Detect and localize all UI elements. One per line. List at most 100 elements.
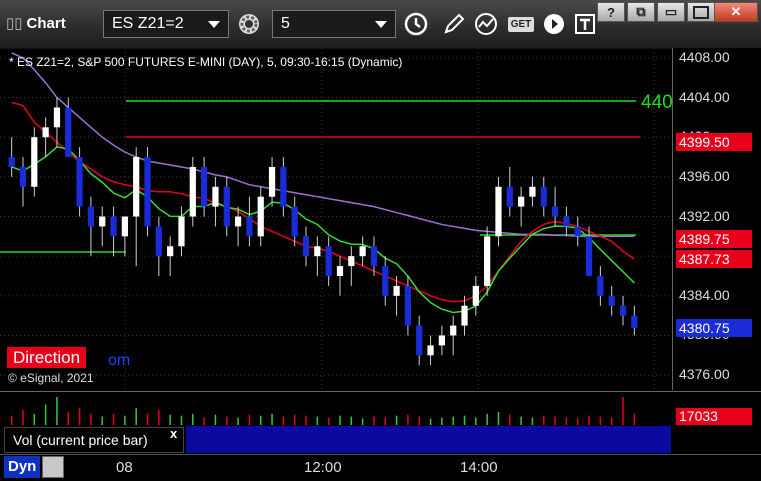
volume-plot — [10, 397, 636, 425]
symbol-input[interactable]: ES Z21=2 — [103, 10, 229, 38]
price-tick-label: 4396.00 — [679, 167, 730, 184]
price-plot[interactable] — [0, 48, 672, 390]
candle-body — [19, 166, 27, 187]
time-label: 14:00 — [460, 459, 498, 476]
price-axis[interactable]: 4408.004404.0044004396.004392.0043884384… — [672, 48, 761, 390]
chevron-down-icon[interactable] — [375, 21, 387, 28]
candle-body — [325, 246, 332, 276]
candle-body — [461, 305, 468, 326]
minimize-button[interactable]: ▭ — [657, 2, 685, 22]
volume-bar — [350, 416, 353, 425]
candle-body — [631, 315, 638, 329]
time-axis[interactable] — [0, 454, 761, 481]
volume-bar — [429, 418, 432, 425]
candle-body — [336, 266, 344, 276]
volume-bar — [588, 415, 590, 425]
candle-body — [619, 305, 627, 316]
candle-body — [268, 166, 276, 197]
chart-title-label: ▯▯ Chart — [6, 14, 66, 32]
volume-bar — [316, 416, 319, 425]
price-tick-label: 4392.00 — [679, 207, 730, 224]
candle-body — [155, 226, 162, 257]
volume-bar — [101, 416, 103, 425]
price-tick-label: 4404.00 — [679, 88, 730, 105]
volume-pane[interactable] — [0, 391, 761, 426]
get-data-icon[interactable]: GET — [507, 11, 535, 37]
get-label: GET — [507, 16, 535, 32]
candle-body — [574, 226, 581, 237]
close-button[interactable]: ✕ — [714, 2, 758, 22]
maximize-icon — [693, 5, 709, 19]
help-button[interactable]: ? — [597, 2, 625, 22]
vwap-line — [11, 52, 635, 238]
pencil-draw-icon[interactable] — [441, 11, 467, 37]
volume-bar — [543, 415, 545, 425]
candle-body — [597, 276, 604, 296]
volume-bar — [384, 417, 387, 425]
minimize-symbol: ▭ — [664, 4, 678, 19]
settings-gear-icon[interactable] — [236, 11, 262, 37]
candle-body — [121, 216, 128, 237]
candle-body — [427, 345, 434, 356]
volume-bar — [271, 413, 273, 425]
price-tag: 4399.50 — [676, 133, 752, 152]
candle-body — [348, 256, 355, 267]
candle-body — [167, 246, 174, 257]
candle-body — [99, 216, 106, 227]
volume-bar — [22, 410, 24, 425]
line-chart-icon[interactable] — [474, 11, 500, 37]
volume-bar — [463, 415, 466, 425]
clock-icon[interactable] — [403, 11, 429, 37]
candle-body — [87, 206, 95, 227]
candle-body — [484, 236, 491, 286]
direction-suffix: om — [108, 352, 131, 369]
text-tool-icon[interactable] — [572, 11, 598, 37]
volume-bar — [576, 418, 579, 425]
fast-average-line — [11, 146, 635, 314]
volume-close-icon[interactable]: x — [170, 426, 177, 441]
candle-body — [450, 325, 457, 336]
candle-body — [8, 157, 15, 167]
restore-button[interactable]: ⧉ — [627, 2, 655, 22]
help-symbol: ? — [607, 4, 615, 20]
volume-bar — [497, 411, 500, 425]
candle-body — [201, 166, 208, 207]
dynamic-mode-button[interactable]: Dyn — [4, 456, 41, 478]
candle-body — [234, 216, 242, 227]
chevron-down-icon[interactable] — [208, 21, 220, 28]
formula-icon[interactable] — [42, 456, 64, 478]
volume-bar — [633, 413, 636, 425]
toolbar: ▯▯ Chart ES Z21=2 5 GET ? ⧉ ▭ ✕ — [0, 0, 761, 49]
direction-badge[interactable]: Direction — [7, 347, 87, 368]
volume-bar — [10, 415, 13, 425]
copyright-label: © eSignal, 2021 — [8, 371, 94, 385]
volume-value-tag: 17033 — [676, 408, 752, 425]
candle-body — [144, 157, 151, 227]
volume-bar — [180, 415, 183, 425]
time-label: 08 — [116, 459, 133, 476]
candle-body — [416, 325, 423, 356]
volume-bar — [158, 410, 160, 425]
volume-bar — [226, 416, 228, 425]
volume-bar — [33, 413, 36, 425]
candle-body — [495, 186, 502, 237]
volume-bar — [44, 404, 47, 425]
maximize-button[interactable] — [687, 2, 715, 22]
candle-body — [76, 157, 83, 207]
candle-body — [302, 236, 310, 257]
candle-body — [133, 157, 140, 217]
candle-body — [506, 186, 513, 207]
grip-icon[interactable]: ▯▯ — [6, 14, 23, 32]
interval-select[interactable]: 5 — [272, 10, 396, 38]
volume-bar — [339, 415, 341, 425]
chart-window: ▯▯ Chart ES Z21=2 5 GET ? ⧉ ▭ ✕ * ES Z21… — [0, 0, 761, 481]
candle-body — [31, 137, 38, 187]
play-icon[interactable] — [541, 11, 567, 37]
volume-bar — [135, 408, 137, 425]
candle-body — [370, 246, 378, 267]
volume-bar — [610, 417, 613, 425]
restore-symbol: ⧉ — [636, 4, 646, 19]
volume-bar — [373, 416, 375, 425]
volume-bar — [56, 397, 58, 425]
volume-bar — [282, 416, 285, 425]
